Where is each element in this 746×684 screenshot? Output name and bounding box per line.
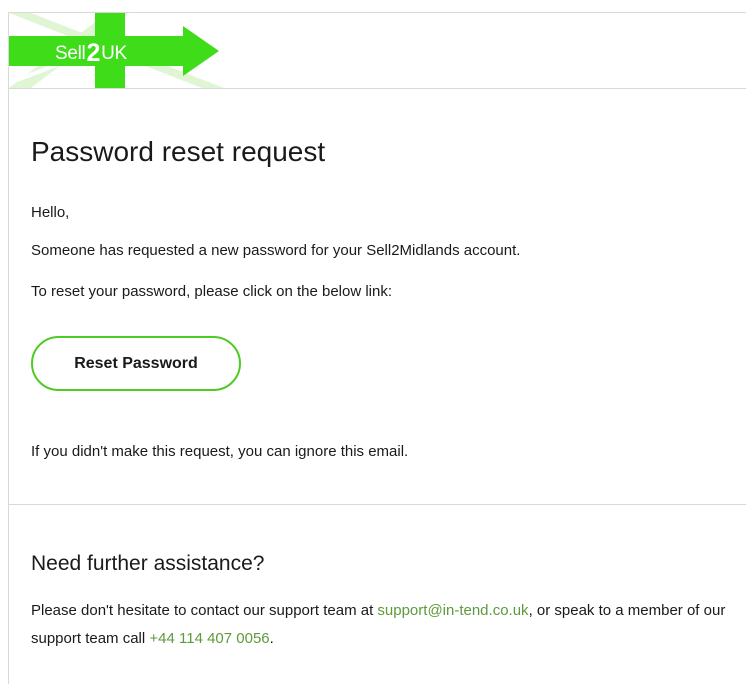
assistance-text: Please don't hesitate to contact our sup…: [31, 597, 731, 653]
assistance-heading: Need further assistance?: [31, 552, 265, 575]
ignore-note: If you didn't make this request, you can…: [31, 443, 409, 460]
sell2uk-logo: Sell2UK: [8, 13, 224, 93]
email-body: Sell2UK Password reset request Hello, So…: [8, 12, 746, 684]
request-message: Someone has requested a new password for…: [31, 242, 521, 259]
section-divider: [9, 504, 746, 505]
email-header: Sell2UK: [8, 13, 746, 89]
assistance-text-end: .: [269, 630, 274, 647]
greeting-text: Hello,: [31, 204, 70, 221]
instruction-text: To reset your password, please click on …: [31, 283, 393, 300]
support-phone-link[interactable]: +44 114 407 0056: [149, 630, 269, 647]
page-title: Password reset request: [31, 136, 326, 167]
logo-wordmark: Sell2UK: [55, 39, 127, 67]
assistance-text-part: Please don't hesitate to contact our sup…: [31, 602, 378, 619]
reset-password-button[interactable]: Reset Password: [31, 336, 241, 391]
support-email-link[interactable]: support@in-tend.co.uk: [377, 602, 528, 619]
